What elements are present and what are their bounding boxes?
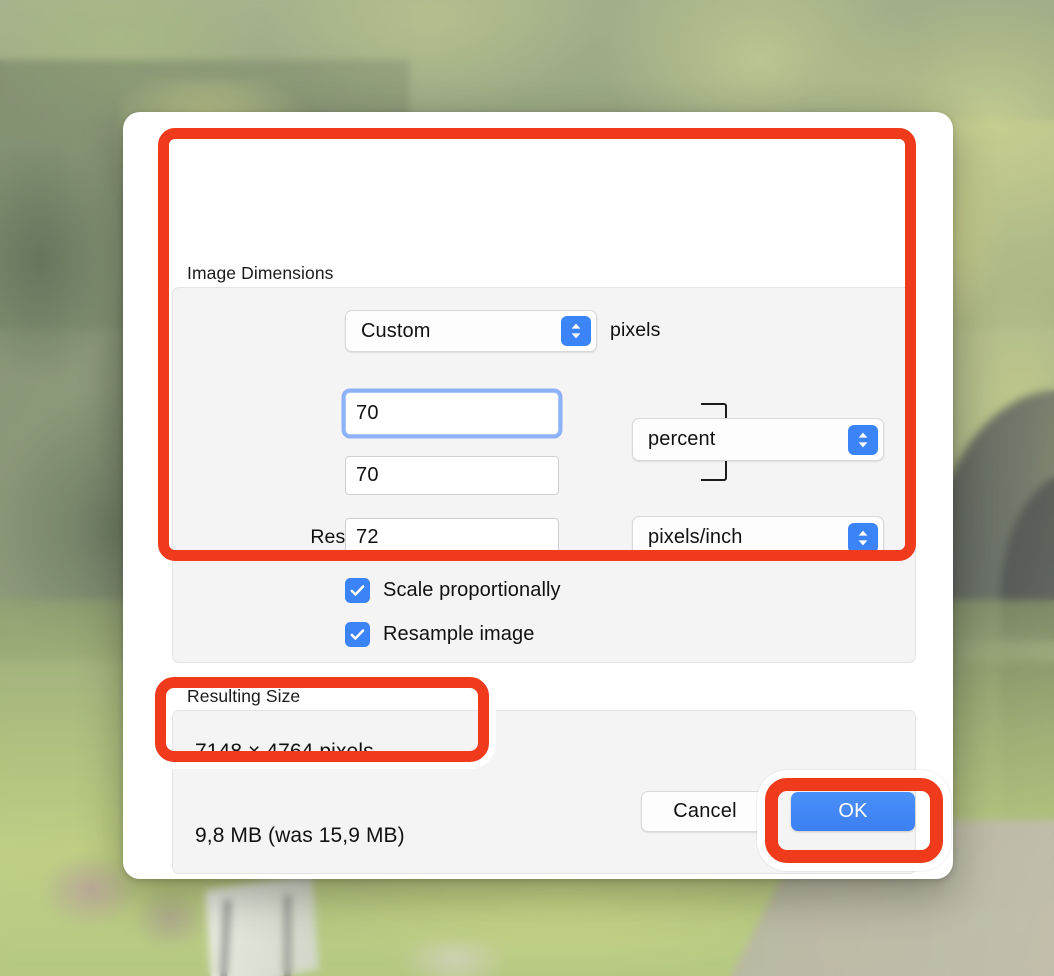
fit-into-value: Custom [361,319,431,342]
image-dimensions-group-label: Image Dimensions [187,263,334,283]
height-value: 70 [356,464,379,486]
resample-image-label: Resample image [383,623,535,645]
height-input[interactable]: 70 [345,456,559,495]
image-size-dialog: Image Dimensions Fit into: Custom pixels… [123,112,953,879]
chevron-up-down-icon[interactable] [848,424,878,455]
resample-image-checkbox[interactable] [345,622,370,647]
size-unit-value: percent [648,428,716,450]
resolution-input[interactable]: 72 [345,518,559,557]
resolution-value: 72 [356,526,379,548]
width-input[interactable]: 70 [345,392,559,435]
resulting-pixel-dimensions: 7148 × 4764 pixels [195,740,374,763]
size-unit-select[interactable]: percent [632,418,884,461]
resolution-unit-select[interactable]: pixels/inch [632,516,884,559]
resulting-file-size: 9,8 MB (was 15,9 MB) [195,824,405,847]
chevron-up-down-icon[interactable] [561,316,591,346]
resolution-unit-value: pixels/inch [648,526,743,548]
resample-image-checkbox-row[interactable]: Resample image [345,622,534,647]
ok-button[interactable]: OK [791,792,915,831]
resulting-size-group-label: Resulting Size [187,686,301,706]
scale-proportionally-label: Scale proportionally [383,579,561,601]
chevron-up-down-icon[interactable] [848,522,878,553]
fit-into-select[interactable]: Custom [345,310,597,352]
width-value: 70 [356,402,379,424]
scale-proportionally-checkbox-row[interactable]: Scale proportionally [345,578,561,603]
scale-proportionally-checkbox[interactable] [345,578,370,603]
fit-into-unit-label: pixels [610,319,661,341]
cancel-button[interactable]: Cancel [641,791,769,832]
